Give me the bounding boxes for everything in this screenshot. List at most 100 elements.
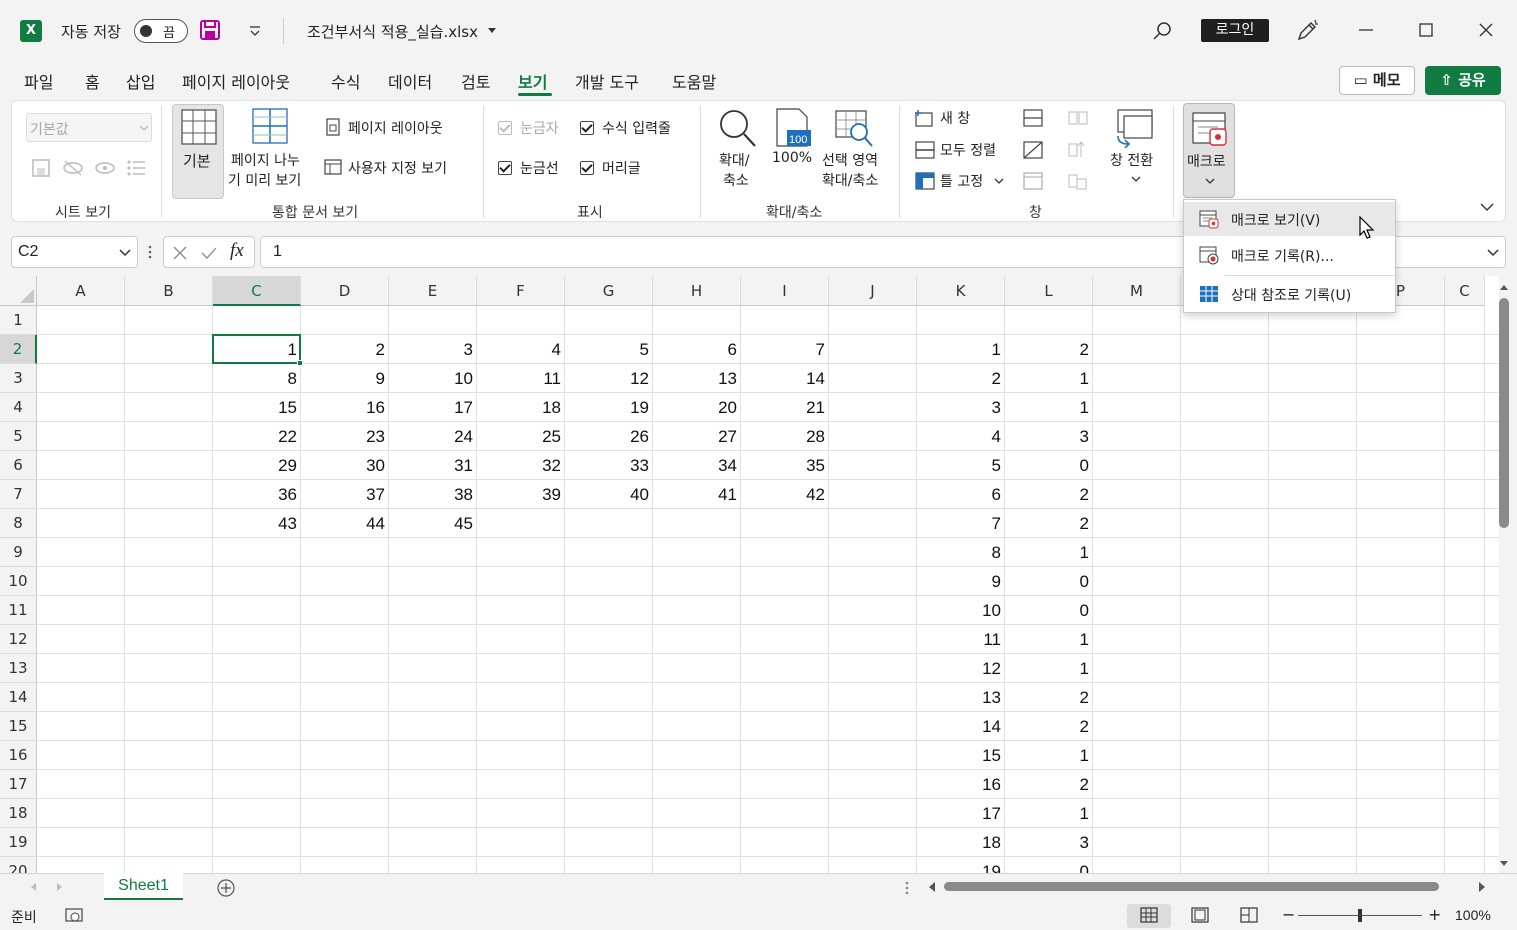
- row-header-2[interactable]: 2: [0, 335, 37, 364]
- hide-window-icon[interactable]: [1022, 140, 1044, 160]
- customize-toolbar-icon[interactable]: [248, 25, 262, 37]
- column-header-e[interactable]: E: [389, 276, 477, 306]
- add-sheet-icon[interactable]: [216, 878, 236, 898]
- collapse-ribbon-icon[interactable]: [1480, 202, 1494, 212]
- row-header-18[interactable]: 18: [0, 799, 37, 828]
- cell-g5[interactable]: 26: [565, 422, 653, 451]
- cell-k10[interactable]: 9: [917, 567, 1005, 596]
- zoom-100-icon[interactable]: 100: [775, 108, 811, 148]
- cancel-icon[interactable]: [172, 245, 188, 261]
- scroll-down-arrow-icon[interactable]: [1499, 860, 1509, 868]
- zoom-label-1[interactable]: 확대/: [719, 150, 749, 170]
- cell-l9[interactable]: 1: [1005, 538, 1093, 567]
- column-header-j[interactable]: J: [829, 276, 917, 306]
- menu-item-relative-reference[interactable]: 상대 참조로 기록(U): [1184, 277, 1395, 311]
- zoom-out-icon[interactable]: −: [1282, 905, 1295, 924]
- select-all-button[interactable]: [0, 276, 37, 306]
- cell-l15[interactable]: 2: [1005, 712, 1093, 741]
- cell-l4[interactable]: 1: [1005, 393, 1093, 422]
- normal-view-button[interactable]: 기본: [172, 104, 224, 199]
- cell-g3[interactable]: 12: [565, 364, 653, 393]
- row-header-1[interactable]: 1: [0, 306, 37, 335]
- row-header-20[interactable]: 20: [0, 857, 37, 873]
- cell-k11[interactable]: 10: [917, 596, 1005, 625]
- maximize-icon[interactable]: [1418, 22, 1434, 38]
- cell-i2[interactable]: 7: [741, 335, 829, 364]
- close-icon[interactable]: [1478, 22, 1494, 38]
- row-header-10[interactable]: 10: [0, 567, 37, 596]
- cell-k13[interactable]: 12: [917, 654, 1005, 683]
- cell-i3[interactable]: 14: [741, 364, 829, 393]
- chevron-down-icon[interactable]: [1131, 176, 1141, 184]
- page-layout-status-icon[interactable]: [1191, 907, 1209, 923]
- cell-h4[interactable]: 20: [653, 393, 741, 422]
- expand-formula-bar-icon[interactable]: [1487, 248, 1499, 258]
- cell-k2[interactable]: 1: [917, 335, 1005, 364]
- column-header-g[interactable]: G: [565, 276, 653, 306]
- column-header-h[interactable]: H: [653, 276, 741, 306]
- drag-handle-icon[interactable]: [147, 244, 153, 260]
- macros-button[interactable]: 매크로: [1183, 103, 1235, 198]
- row-header-6[interactable]: 6: [0, 451, 37, 480]
- cell-d4[interactable]: 16: [301, 393, 389, 422]
- horizontal-scroll-thumb[interactable]: [944, 882, 1439, 891]
- cell-c3[interactable]: 8: [213, 364, 301, 393]
- cell-h5[interactable]: 27: [653, 422, 741, 451]
- cell-e5[interactable]: 24: [389, 422, 477, 451]
- cell-d6[interactable]: 30: [301, 451, 389, 480]
- cell-f7[interactable]: 39: [477, 480, 565, 509]
- column-header-d[interactable]: D: [301, 276, 389, 306]
- cell-k20[interactable]: 19: [917, 857, 1005, 873]
- tab-file[interactable]: 파일: [24, 69, 53, 93]
- gridlines-checkbox[interactable]: [498, 161, 512, 175]
- zoom-level[interactable]: 100%: [1455, 907, 1491, 923]
- cell-i5[interactable]: 28: [741, 422, 829, 451]
- scroll-left-arrow-icon[interactable]: [927, 881, 937, 893]
- freeze-panes-icon[interactable]: [914, 171, 936, 191]
- column-header-m[interactable]: M: [1093, 276, 1181, 306]
- page-layout-icon[interactable]: [325, 118, 341, 136]
- login-button[interactable]: 로그인: [1201, 19, 1269, 42]
- memo-button[interactable]: ▭ 메모: [1339, 66, 1415, 95]
- custom-views-label[interactable]: 사용자 지정 보기: [348, 158, 447, 178]
- cell-e2[interactable]: 3: [389, 335, 477, 364]
- accessibility-icon[interactable]: [64, 906, 84, 924]
- cell-c7[interactable]: 36: [213, 480, 301, 509]
- zoom-in-icon[interactable]: +: [1428, 905, 1441, 924]
- cell-k3[interactable]: 2: [917, 364, 1005, 393]
- cell-i6[interactable]: 35: [741, 451, 829, 480]
- cell-k7[interactable]: 6: [917, 480, 1005, 509]
- cell-k8[interactable]: 7: [917, 509, 1005, 538]
- insert-function-icon[interactable]: fx: [230, 240, 244, 262]
- tab-data[interactable]: 데이터: [388, 69, 432, 93]
- zoom-to-selection-icon[interactable]: [835, 110, 875, 148]
- row-header-12[interactable]: 12: [0, 625, 37, 654]
- zoom-slider-thumb[interactable]: [1358, 909, 1362, 922]
- page-break-status-icon[interactable]: [1240, 907, 1258, 923]
- chevron-down-icon[interactable]: [994, 178, 1004, 186]
- save-icon[interactable]: [199, 19, 221, 41]
- zoom-selection-label-1[interactable]: 선택 영역: [822, 150, 878, 170]
- headings-checkbox[interactable]: [580, 161, 594, 175]
- tab-view[interactable]: 보기: [518, 69, 547, 93]
- chevron-down-icon[interactable]: [119, 248, 131, 258]
- cell-f6[interactable]: 32: [477, 451, 565, 480]
- cell-g4[interactable]: 19: [565, 393, 653, 422]
- row-header-7[interactable]: 7: [0, 480, 37, 509]
- split-icon[interactable]: [1022, 108, 1044, 128]
- tab-developer[interactable]: 개발 도구: [575, 69, 639, 93]
- cell-l3[interactable]: 1: [1005, 364, 1093, 393]
- name-box[interactable]: C2: [11, 236, 138, 268]
- vertical-scroll-thumb[interactable]: [1499, 298, 1509, 528]
- cell-l16[interactable]: 1: [1005, 741, 1093, 770]
- freeze-panes-label[interactable]: 틀 고정: [940, 171, 983, 191]
- column-header-k[interactable]: K: [917, 276, 1005, 306]
- cell-k12[interactable]: 11: [917, 625, 1005, 654]
- file-name[interactable]: 조건부서식 적용_실습.xlsx: [307, 21, 478, 42]
- cell-l10[interactable]: 0: [1005, 567, 1093, 596]
- minimize-icon[interactable]: [1358, 22, 1374, 38]
- cell-d5[interactable]: 23: [301, 422, 389, 451]
- row-header-4[interactable]: 4: [0, 393, 37, 422]
- menu-item-record-macro[interactable]: 매크로 기록(R)...: [1184, 238, 1395, 272]
- new-window-icon[interactable]: [914, 108, 936, 128]
